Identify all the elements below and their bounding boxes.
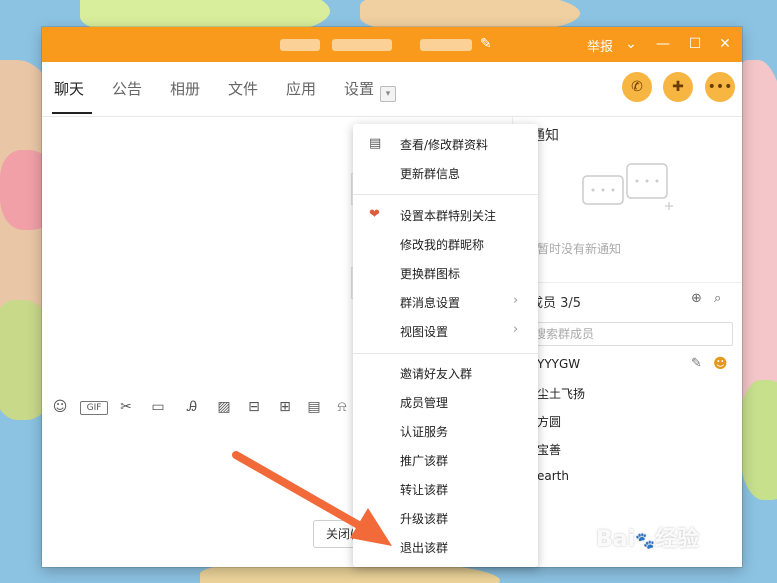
member-item[interactable]: 方圆 bbox=[513, 410, 742, 434]
id-card-icon: ▤ bbox=[369, 136, 382, 151]
font-icon[interactable]: Ꭿ bbox=[182, 397, 202, 417]
tab-files[interactable]: 文件 bbox=[228, 78, 258, 99]
edit-name-icon[interactable]: ✎ bbox=[480, 36, 492, 52]
phone-icon[interactable]: ✆ bbox=[622, 72, 652, 102]
menu-item-verification[interactable]: 认证服务 bbox=[353, 417, 538, 446]
owner-icon: ☻ bbox=[713, 356, 728, 372]
menu-item-label: 查看/修改群资料 bbox=[400, 138, 489, 152]
menu-item-view-settings[interactable]: 视图设置 › bbox=[353, 317, 538, 346]
bell-icon[interactable]: ⍾ bbox=[332, 397, 352, 417]
close-icon[interactable]: ✕ bbox=[715, 34, 735, 54]
title-bar: ✎ 举报 ⌄ — ☐ ✕ bbox=[42, 27, 742, 62]
member-name: 宝善 bbox=[537, 443, 562, 457]
menu-item-label: 修改我的群昵称 bbox=[400, 238, 485, 252]
menu-item-promote-group[interactable]: 推广该群 bbox=[353, 446, 538, 475]
menu-item-label: 升级该群 bbox=[400, 512, 449, 526]
menu-item-view-edit-profile[interactable]: ▤ 查看/修改群资料 bbox=[353, 130, 538, 159]
tab-settings[interactable]: 设置 bbox=[344, 78, 374, 99]
gift-icon[interactable]: ⊞ bbox=[275, 397, 295, 417]
menu-item-label: 退出该群 bbox=[400, 541, 449, 555]
menu-item-label: 更新群信息 bbox=[400, 167, 461, 181]
menu-item-label: 邀请好友入群 bbox=[400, 367, 473, 381]
menu-item-change-icon[interactable]: 更换群图标 bbox=[353, 259, 538, 288]
member-actions: ⊕ ⌕ bbox=[691, 291, 721, 306]
calendar-icon[interactable]: ▤ bbox=[304, 397, 324, 417]
blurred-title bbox=[280, 39, 320, 51]
tab-chat[interactable]: 聊天 bbox=[54, 78, 84, 99]
menu-item-update-info[interactable]: 更新群信息 bbox=[353, 159, 538, 188]
menu-item-special-care[interactable]: ❤ 设置本群特别关注 bbox=[353, 201, 538, 230]
menu-item-invite-friends[interactable]: 邀请好友入群 bbox=[353, 359, 538, 388]
member-name: earth bbox=[537, 469, 569, 483]
menu-item-edit-nickname[interactable]: 修改我的群昵称 bbox=[353, 230, 538, 259]
member-item[interactable]: 宝善 bbox=[513, 438, 742, 462]
active-tab-indicator bbox=[52, 112, 92, 114]
menu-item-upgrade-group[interactable]: 升级该群 bbox=[353, 504, 538, 533]
member-search-input[interactable]: 搜索群成员 bbox=[519, 322, 733, 346]
member-name: YYYGW bbox=[537, 357, 581, 371]
menu-item-label: 视图设置 bbox=[400, 325, 449, 339]
scissors-icon[interactable]: ✂ bbox=[116, 397, 136, 417]
folder-icon[interactable]: ▭ bbox=[148, 397, 168, 417]
menu-item-transfer-group[interactable]: 转让该群 bbox=[353, 475, 538, 504]
gif-icon[interactable]: GIF bbox=[80, 401, 108, 415]
menu-item-message-settings[interactable]: 群消息设置 › bbox=[353, 288, 538, 317]
tab-album[interactable]: 相册 bbox=[170, 78, 200, 99]
notice-empty-text: 暂时没有新通知 bbox=[537, 242, 622, 256]
chevron-down-icon[interactable]: ⌄ bbox=[621, 34, 641, 54]
chevron-right-icon: › bbox=[513, 293, 519, 308]
member-item[interactable]: earth bbox=[513, 466, 742, 490]
divider bbox=[353, 353, 538, 354]
more-icon[interactable]: ••• bbox=[705, 72, 735, 102]
search-icon[interactable]: ⌕ bbox=[714, 291, 721, 306]
member-name: 方圆 bbox=[537, 415, 562, 429]
maximize-icon[interactable]: ☐ bbox=[685, 34, 705, 54]
member-item[interactable]: YYYGW ✎ ☻ bbox=[513, 354, 742, 378]
emoji-icon[interactable]: ☺ bbox=[50, 397, 70, 417]
menu-item-quit-group[interactable]: 退出该群 bbox=[353, 533, 538, 562]
blurred-title bbox=[332, 39, 392, 51]
add-member-icon[interactable]: ⊕ bbox=[691, 291, 702, 306]
settings-dropdown-icon[interactable]: ▾ bbox=[380, 86, 396, 102]
menu-item-label: 群消息设置 bbox=[400, 296, 461, 310]
add-chat-icon[interactable]: ✚ bbox=[663, 72, 693, 102]
menu-item-label: 转让该群 bbox=[400, 483, 449, 497]
notice-illustration bbox=[582, 163, 673, 210]
minimize-icon[interactable]: — bbox=[653, 34, 673, 54]
tab-announcement[interactable]: 公告 bbox=[112, 78, 142, 99]
divider bbox=[513, 282, 742, 283]
divider bbox=[353, 194, 538, 195]
watermark-url: jingyan.baidu.com bbox=[614, 549, 707, 560]
member-item[interactable]: 尘土飞扬 bbox=[513, 382, 742, 406]
special-care-icon: ❤ bbox=[369, 207, 380, 222]
image-icon[interactable]: ▨ bbox=[214, 397, 234, 417]
blurred-title bbox=[420, 39, 472, 51]
report-button[interactable]: 举报 bbox=[587, 36, 613, 55]
menu-item-label: 认证服务 bbox=[400, 425, 449, 439]
member-name: 尘土飞扬 bbox=[537, 387, 586, 401]
gift-box-icon[interactable]: ⊟ bbox=[244, 397, 264, 417]
tab-apps[interactable]: 应用 bbox=[286, 78, 316, 99]
edit-icon[interactable]: ✎ bbox=[691, 356, 702, 371]
menu-item-label: 更换群图标 bbox=[400, 267, 461, 281]
menu-item-member-management[interactable]: 成员管理 bbox=[353, 388, 538, 417]
menu-item-label: 设置本群特别关注 bbox=[400, 209, 497, 223]
chevron-right-icon: › bbox=[513, 322, 519, 337]
menu-item-label: 成员管理 bbox=[400, 396, 449, 410]
settings-dropdown-menu: ▤ 查看/修改群资料 更新群信息 ❤ 设置本群特别关注 修改我的群昵称 更换群图… bbox=[353, 124, 538, 567]
group-info-panel: 群通知 暂时没有新通知 群成员 3/5 ⊕ ⌕ 搜索群成员 YYYGW ✎ ☻ … bbox=[512, 117, 742, 567]
menu-item-label: 推广该群 bbox=[400, 454, 449, 468]
